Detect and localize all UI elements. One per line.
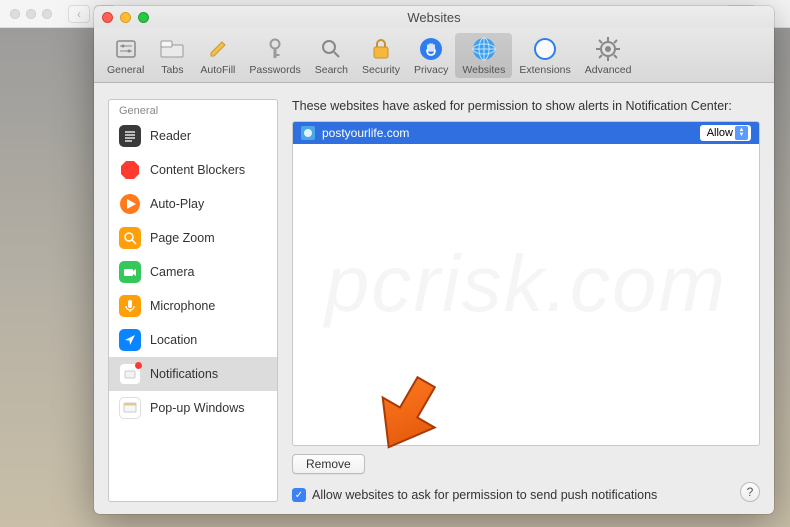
hand-icon (417, 35, 445, 63)
reader-icon (119, 125, 141, 147)
microphone-icon (119, 295, 141, 317)
toolbar-label: Passwords (249, 64, 300, 76)
website-row[interactable]: postyourlife.com Allow ▲▼ (293, 122, 759, 144)
sidebar-item-page-zoom[interactable]: Page Zoom (109, 221, 277, 255)
sidebar-item-label: Auto-Play (150, 197, 204, 211)
checkbox-label: Allow websites to ask for permission to … (312, 488, 657, 502)
preferences-window: Websites General Tabs AutoFill Passwords… (94, 6, 774, 514)
sidebar-item-popup-windows[interactable]: Pop-up Windows (109, 391, 277, 425)
sidebar-item-microphone[interactable]: Microphone (109, 289, 277, 323)
dot-icon (26, 9, 36, 19)
sidebar-header: General (109, 100, 277, 119)
sidebar: General Reader Content Blockers Auto-Pla… (108, 99, 278, 502)
globe-icon (470, 35, 498, 63)
website-list[interactable]: postyourlife.com Allow ▲▼ pcrisk.com (292, 121, 760, 446)
key-icon (261, 35, 289, 63)
remove-button[interactable]: Remove (292, 454, 365, 474)
toolbar-search[interactable]: Search (308, 33, 355, 78)
window-title: Websites (94, 10, 774, 25)
content-area: General Reader Content Blockers Auto-Pla… (94, 83, 774, 514)
switches-icon (112, 35, 140, 63)
tabs-icon (158, 35, 186, 63)
toolbar-privacy[interactable]: Privacy (407, 33, 455, 78)
sidebar-item-auto-play[interactable]: Auto-Play (109, 187, 277, 221)
sidebar-item-label: Camera (150, 265, 194, 279)
toolbar-websites[interactable]: Websites (455, 33, 512, 78)
toolbar-autofill[interactable]: AutoFill (193, 33, 242, 78)
pencil-icon (204, 35, 232, 63)
allow-ask-row[interactable]: ✓ Allow websites to ask for permission t… (292, 488, 760, 502)
zoom-icon (119, 227, 141, 249)
dot-icon (10, 9, 20, 19)
sidebar-item-notifications[interactable]: Notifications (109, 357, 277, 391)
permission-select[interactable]: Allow ▲▼ (700, 125, 751, 141)
lock-icon (367, 35, 395, 63)
toolbar-label: Privacy (414, 64, 448, 76)
location-icon (119, 329, 141, 351)
sidebar-item-label: Location (150, 333, 197, 347)
sidebar-list: Reader Content Blockers Auto-Play Page Z… (109, 119, 277, 425)
toolbar-passwords[interactable]: Passwords (242, 33, 307, 78)
toolbar-security[interactable]: Security (355, 33, 407, 78)
toolbar-label: General (107, 64, 144, 76)
preferences-toolbar: General Tabs AutoFill Passwords Search S… (94, 28, 774, 83)
toolbar-label: Extensions (519, 64, 570, 76)
dot-icon (42, 9, 52, 19)
sidebar-item-content-blockers[interactable]: Content Blockers (109, 153, 277, 187)
sidebar-item-label: Page Zoom (150, 231, 215, 245)
checkbox-checked-icon[interactable]: ✓ (292, 488, 306, 502)
sidebar-item-label: Microphone (150, 299, 215, 313)
toolbar-label: Websites (462, 64, 505, 76)
toolbar-label: Tabs (161, 64, 183, 76)
outer-traffic-lights (10, 9, 52, 19)
toolbar-extensions[interactable]: Extensions (512, 33, 577, 78)
compass-icon (531, 35, 559, 63)
sidebar-item-label: Pop-up Windows (150, 401, 245, 415)
titlebar: Websites (94, 6, 774, 28)
sidebar-item-label: Content Blockers (150, 163, 245, 177)
camera-icon (119, 261, 141, 283)
window-icon (119, 397, 141, 419)
toolbar-advanced[interactable]: Advanced (578, 33, 639, 78)
watermark: pcrisk.com (325, 238, 727, 330)
toolbar-label: AutoFill (200, 64, 235, 76)
sidebar-item-location[interactable]: Location (109, 323, 277, 357)
search-icon (317, 35, 345, 63)
help-button[interactable]: ? (740, 482, 760, 502)
sidebar-item-camera[interactable]: Camera (109, 255, 277, 289)
favicon-icon (301, 126, 315, 140)
sidebar-item-reader[interactable]: Reader (109, 119, 277, 153)
website-domain: postyourlife.com (322, 126, 693, 140)
toolbar-label: Security (362, 64, 400, 76)
toolbar-tabs[interactable]: Tabs (151, 33, 193, 78)
badge-dot-icon (135, 362, 142, 369)
main-panel: These websites have asked for permission… (292, 99, 760, 502)
sidebar-item-label: Notifications (150, 367, 218, 381)
permission-value: Allow (707, 127, 733, 139)
toolbar-general[interactable]: General (100, 33, 151, 78)
toolbar-label: Advanced (585, 64, 632, 76)
back-button[interactable]: ‹ (68, 5, 90, 23)
play-icon (119, 193, 141, 215)
stop-icon (119, 159, 141, 181)
action-row: Remove (292, 454, 760, 474)
stepper-arrows-icon: ▲▼ (735, 126, 748, 140)
gear-icon (594, 35, 622, 63)
toolbar-label: Search (315, 64, 348, 76)
sidebar-item-label: Reader (150, 129, 191, 143)
panel-description: These websites have asked for permission… (292, 99, 760, 113)
